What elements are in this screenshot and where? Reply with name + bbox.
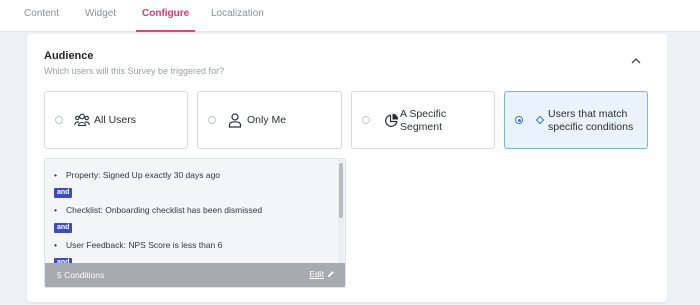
condition-text: User Feedback: NPS Score is less than 6 xyxy=(66,240,223,250)
option-label-line2: Segment xyxy=(400,121,443,133)
tab-bar: Content Widget Configure Localization xyxy=(0,0,700,32)
condition-text: Checklist: Onboarding checklist has been… xyxy=(66,205,263,215)
bullet: • xyxy=(54,170,57,180)
conditions-footer: 5 Conditions Edit xyxy=(45,263,345,287)
conditions-count: 5 Conditions xyxy=(57,270,105,280)
option-all-users[interactable]: All Users xyxy=(44,91,188,149)
user-icon xyxy=(226,111,244,129)
tab-configure[interactable]: Configure xyxy=(135,0,196,32)
bullet: • xyxy=(54,240,57,250)
edit-conditions-link[interactable]: Edit xyxy=(309,269,335,279)
pie-chart-icon xyxy=(382,111,400,129)
section-subtitle: Which users will this Survey be triggere… xyxy=(44,66,225,76)
chevron-up-icon xyxy=(631,57,641,63)
scrollbar-thumb[interactable] xyxy=(339,163,343,218)
option-label-line1: A Specific xyxy=(400,108,447,120)
option-label-line1: Users that match xyxy=(548,108,628,120)
and-badge: and xyxy=(54,188,73,198)
condition-item: • User Feedback: NPS Score is less than 6 xyxy=(54,240,222,250)
radio-all-users[interactable] xyxy=(55,116,63,124)
tab-widget[interactable]: Widget xyxy=(85,0,116,32)
users-group-icon xyxy=(73,111,91,129)
option-only-me[interactable]: Only Me xyxy=(197,91,342,149)
condition-text: Property: Signed Up exactly 30 days ago xyxy=(66,170,221,180)
section-title: Audience xyxy=(44,50,94,62)
radio-only-me[interactable] xyxy=(208,116,216,124)
condition-item: • Checklist: Onboarding checklist has bee… xyxy=(54,205,262,215)
collapse-button[interactable] xyxy=(628,52,644,68)
option-label-line2: specific conditions xyxy=(548,121,634,133)
and-badge: and xyxy=(54,223,73,233)
pencil-icon xyxy=(328,271,334,277)
edit-label: Edit xyxy=(309,269,324,279)
option-specific-conditions[interactable]: Users that match specific conditions xyxy=(504,91,648,149)
option-label: All Users xyxy=(94,114,137,126)
option-specific-segment[interactable]: A Specific Segment xyxy=(351,91,495,149)
diamond-icon xyxy=(531,111,549,129)
condition-item: • Property: Signed Up exactly 30 days ago xyxy=(54,170,220,180)
tab-content[interactable]: Content xyxy=(24,0,59,32)
bullet: • xyxy=(54,205,57,215)
radio-specific-segment[interactable] xyxy=(362,116,370,124)
tab-localization[interactable]: Localization xyxy=(211,0,264,32)
option-label: Only Me xyxy=(247,114,287,126)
audience-card: Audience Which users will this Survey be… xyxy=(27,34,667,302)
conditions-panel: • Property: Signed Up exactly 30 days ago… xyxy=(44,158,346,288)
radio-specific-conditions[interactable] xyxy=(515,116,523,124)
